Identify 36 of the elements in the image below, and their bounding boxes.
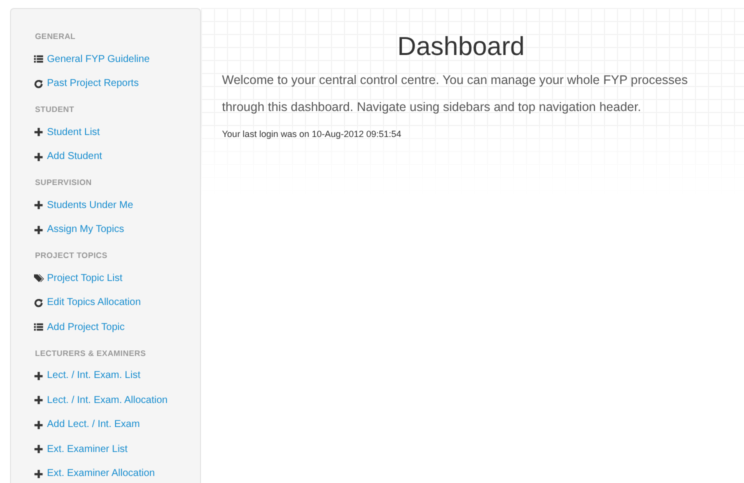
sidebar-link[interactable]: Ext. Examiner Allocation [47, 466, 155, 482]
sidebar-link[interactable]: Ext. Examiner List [47, 442, 128, 457]
section-header: STUDENT [35, 104, 74, 116]
sidebar-link[interactable]: Add Lect. / Int. Exam [47, 417, 140, 432]
sidebar-link[interactable]: Add Student [47, 149, 102, 164]
section-header: PROJECT TOPICS [35, 250, 108, 262]
section-header: SUPERVISION [35, 177, 92, 189]
section-header: GENERAL [35, 31, 76, 43]
plus-icon [34, 420, 44, 430]
sidebar-link[interactable]: Past Project Reports [47, 76, 139, 92]
plus-icon [34, 444, 44, 454]
last-login-text: Your last login was on 10-Aug-2012 09:51:54 [222, 128, 402, 141]
section-header: LECTURERS & EXAMINERS [35, 348, 146, 360]
tags-icon [34, 273, 44, 284]
sidebar-link[interactable]: Lect. / Int. Exam. List [47, 368, 140, 384]
sidebar-link[interactable]: Edit Topics Allocation [47, 295, 141, 310]
plus-icon [34, 370, 44, 381]
plus-icon [34, 127, 44, 138]
sidebar-link[interactable]: Students Under Me [47, 198, 134, 213]
list-icon [34, 322, 44, 332]
sidebar-link[interactable]: Student List [47, 124, 100, 140]
plus-icon [34, 152, 44, 162]
sidebar-link[interactable]: Assign My Topics [47, 222, 124, 238]
refresh-icon [34, 78, 44, 89]
sidebar-link[interactable]: Project Topic List [47, 270, 122, 286]
list-icon [34, 54, 44, 64]
sidebar-link[interactable]: Add Project Topic [47, 320, 125, 335]
sidebar-link[interactable]: General FYP Guideline [47, 52, 150, 67]
page-title: Dashboard [396, 30, 526, 63]
sidebar-link[interactable]: Lect. / Int. Exam. Allocation [47, 392, 168, 408]
plus-icon [34, 468, 44, 479]
plus-icon [34, 395, 44, 406]
welcome-text: Welcome to your central control centre. You can manage your whole FYP processes through this dashboard. Navigate using sidebars and top navigation header. [222, 72, 689, 116]
refresh-icon [34, 298, 44, 308]
plus-icon [34, 200, 44, 210]
plus-icon [34, 224, 44, 235]
